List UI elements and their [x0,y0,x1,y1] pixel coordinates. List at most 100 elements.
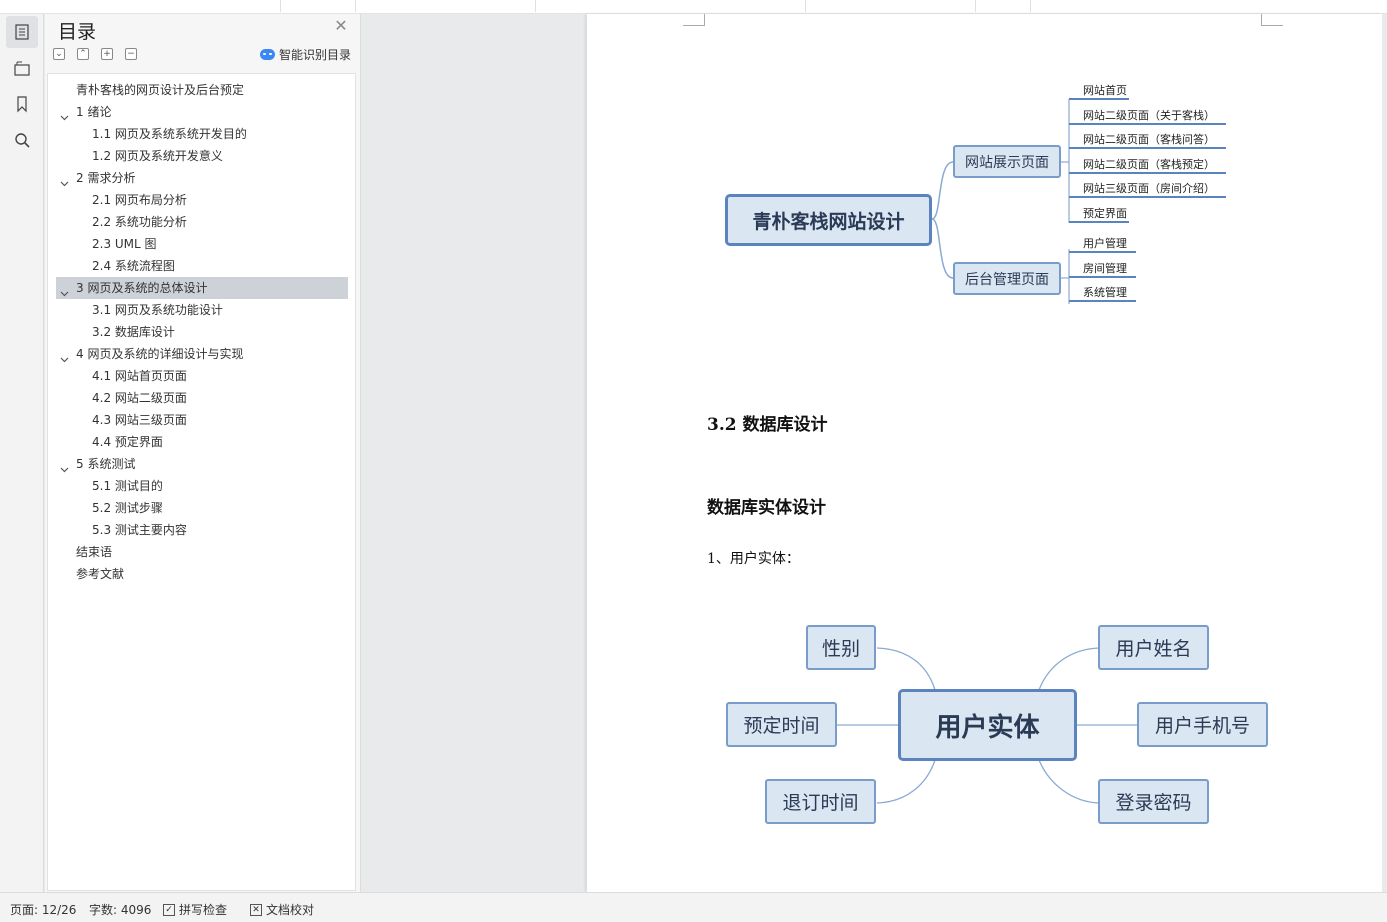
mindmap-leaf-underline [1069,220,1129,223]
mindmap-leaf-underline [1069,196,1226,198]
outline-item-label: 2 需求分析 [76,171,136,185]
outline-item-label: 2.2 系统功能分析 [92,215,187,229]
attribute-node-gender: 性别 [806,625,876,670]
outline-item[interactable]: 4.1 网站首页页面 [56,365,348,387]
proofread-icon: ✕ [250,903,262,916]
outline-item[interactable]: 4.4 预定界面 [56,431,348,453]
divider [1030,0,1031,12]
search-icon[interactable] [6,124,38,156]
mindmap-leaf: 系统管理 [1083,286,1127,299]
outline-item[interactable]: 青朴客栈的网页设计及后台预定 [56,79,348,101]
outline-panel: 目录 ✕ ⌄ ⌃ + − 智能识别目录 青朴客栈的网页设计及后台预定 1 绪论 1.… [45,14,361,892]
divider [805,0,806,12]
ai-assistant-icon [260,49,275,60]
outline-item-label: 5.2 测试步骤 [92,501,163,515]
outline-item[interactable]: 1.1 网页及系统系统开发目的 [56,123,348,145]
mindmap-leaf-underline [1069,300,1136,302]
section-heading: 3.2 数据库设计 [707,415,828,435]
mindmap-leaf: 网站三级页面（房间介绍） [1083,182,1215,195]
outline-item-label: 结束语 [76,545,113,559]
outline-item-label: 2.3 UML 图 [92,237,157,251]
mindmap-leaf-underline [1069,98,1129,100]
outline-item-label: 5.1 测试目的 [92,479,163,493]
chapter-navigation-icon[interactable] [6,52,38,84]
spellcheck-button[interactable]: ✓ 拼写检查 [163,901,227,918]
spellcheck-label: 拼写检查 [179,903,228,917]
panel-title: 目录 [58,21,97,43]
smart-outline-button[interactable]: 智能识别目录 [260,46,351,63]
outline-item[interactable]: 4 网页及系统的详细设计与实现 [56,343,348,365]
chevron-down-icon[interactable] [60,107,69,121]
outline-item[interactable]: 2.2 系统功能分析 [56,211,348,233]
bookmark-icon[interactable] [6,88,38,120]
outline-item[interactable]: 2.1 网页布局分析 [56,189,348,211]
mindmap-leaf-underline [1069,171,1226,174]
chevron-down-icon[interactable] [60,173,69,187]
outline-item-label: 1.1 网页及系统系统开发目的 [92,127,247,141]
attribute-node-user-phone: 用户手机号 [1137,702,1268,747]
outline-item-label: 4.1 网站首页页面 [92,369,187,383]
mindmap-leaf: 房间管理 [1083,261,1127,275]
document-page[interactable]: 青朴客栈网站设计 网站展示页面 后台管理页面 3.2 数据库设计 数据库实体设计… [587,14,1382,892]
center-node-user-entity: 用户实体 [898,689,1077,761]
page-indicator[interactable]: 页面: 12/26 [10,901,76,918]
mindmap-leaf: 网站首页 [1083,84,1127,97]
status-bar: 页面: 12/26 字数: 4096 ✓ 拼写检查 ✕ 文档校对 [0,892,1387,922]
mindmap-leaf-underline [1069,251,1136,253]
paragraph-text: 1、用户实体： [707,551,800,567]
outline-item[interactable]: 5 系统测试 [56,453,348,475]
outline-item[interactable]: 参考文献 [56,563,348,585]
mindmap-leaf: 网站二级页面（客栈问答） [1083,133,1215,146]
mindmap-leaf: 网站二级页面（客栈预定） [1083,157,1215,171]
outline-item-label: 4.4 预定界面 [92,435,163,449]
word-count-label: 字数: 4096 [89,903,152,917]
proofread-button[interactable]: ✕ 文档校对 [250,901,314,918]
attribute-node-cancel-time: 退订时间 [765,779,876,824]
add-heading-icon[interactable]: + [101,48,113,60]
outline-item-label: 2.4 系统流程图 [92,259,175,273]
chevron-down-icon[interactable] [60,283,69,297]
outline-item[interactable]: 2 需求分析 [56,167,348,189]
checkbox-icon: ✓ [163,903,175,916]
close-icon[interactable]: ✕ [333,18,349,34]
outline-item[interactable]: 3.2 数据库设计 [56,321,348,343]
outline-item[interactable]: 2.4 系统流程图 [56,255,348,277]
outline-item[interactable]: 5.2 测试步骤 [56,497,348,519]
outline-item-label: 5 系统测试 [76,457,136,471]
divider [280,0,281,12]
outline-item[interactable]: 5.1 测试目的 [56,475,348,497]
outline-item[interactable]: 1.2 网页及系统开发意义 [56,145,348,167]
branch-node-admin-pages: 后台管理页面 [953,262,1061,295]
outline-item-label: 1.2 网页及系统开发意义 [92,149,223,163]
root-node-website-design: 青朴客栈网站设计 [725,194,932,246]
word-count[interactable]: 字数: 4096 [89,901,151,918]
page-indicator-label: 页面: 12/26 [10,903,77,917]
outline-item[interactable]: 1 绪论 [56,101,348,123]
outline-item[interactable]: 3.1 网页及系统功能设计 [56,299,348,321]
outline-item-label: 4.3 网站三级页面 [92,413,187,427]
outline-tree: 青朴客栈的网页设计及后台预定 1 绪论 1.1 网页及系统系统开发目的 1.2 网页及… [47,73,356,891]
outline-item[interactable]: 4.2 网站二级页面 [56,387,348,409]
outline-item[interactable]: 结束语 [56,541,348,563]
mindmap-leaf-underline [1069,275,1136,278]
outline-item-label: 4.2 网站二级页面 [92,391,187,405]
attribute-node-login-password: 登录密码 [1098,779,1209,824]
outline-icon[interactable] [6,16,38,48]
chevron-down-icon[interactable] [60,349,69,363]
attribute-node-booking-time: 预定时间 [726,702,837,747]
outline-item[interactable]: 5.3 测试主要内容 [56,519,348,541]
outline-item[interactable]: 2.3 UML 图 [56,233,348,255]
collapse-all-icon[interactable]: ⌃ [77,48,89,60]
chevron-down-icon[interactable] [60,459,69,473]
proofread-label: 文档校对 [266,903,315,917]
mindmap-leaf: 网站二级页面（关于客栈） [1083,108,1215,122]
smart-outline-label: 智能识别目录 [279,48,352,62]
top-strip [0,0,1387,14]
outline-item[interactable]: 4.3 网站三级页面 [56,409,348,431]
expand-all-icon[interactable]: ⌄ [53,48,65,60]
remove-heading-icon[interactable]: − [125,48,137,60]
outline-item[interactable]: 3 网页及系统的总体设计 [56,277,348,299]
outline-item-label: 4 网页及系统的详细设计与实现 [76,347,244,361]
outline-item-label: 2.1 网页布局分析 [92,193,187,207]
mindmap-leaf: 预定界面 [1083,206,1127,220]
